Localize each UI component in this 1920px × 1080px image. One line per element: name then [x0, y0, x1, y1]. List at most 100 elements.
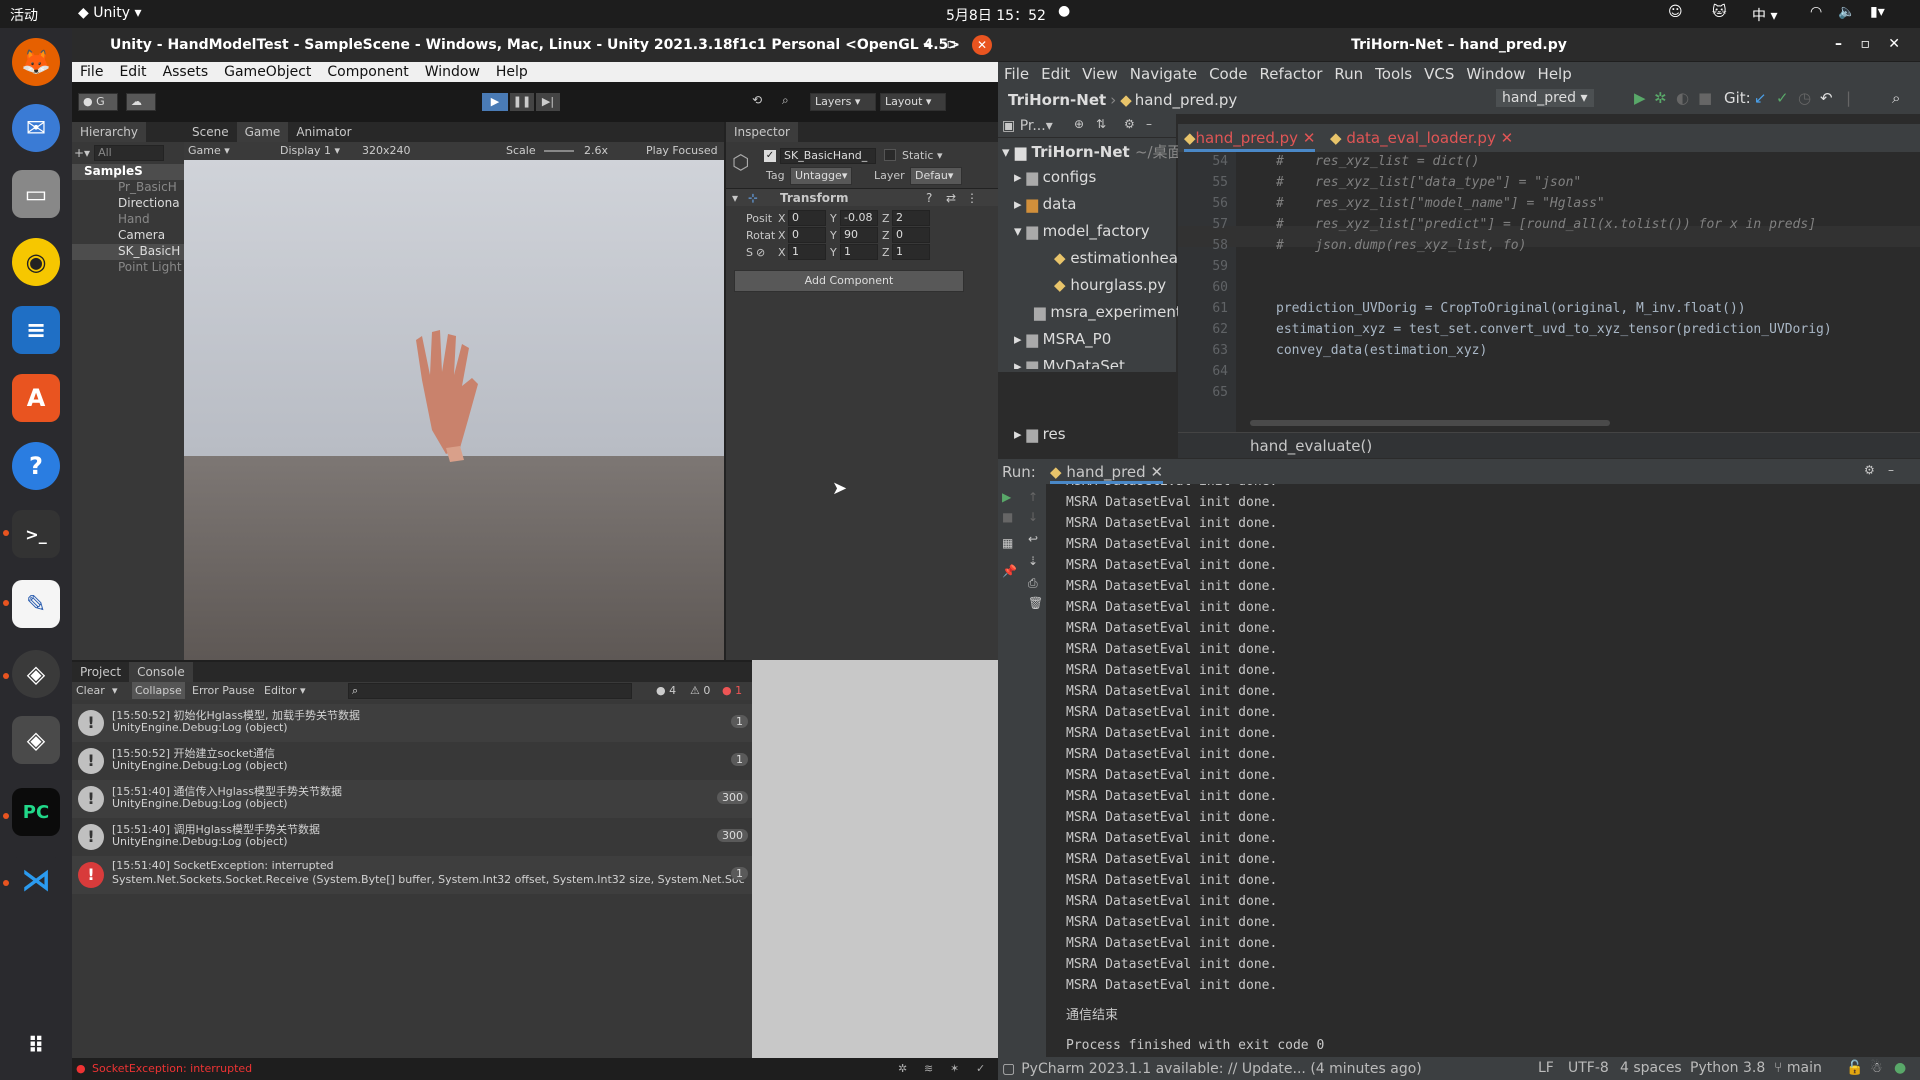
- menu-help[interactable]: Help: [1532, 65, 1578, 83]
- hierarchy-item[interactable]: Directiona: [72, 196, 184, 212]
- menu-component[interactable]: Component: [319, 64, 416, 80]
- close-icon[interactable]: ✕: [972, 35, 992, 55]
- tree-folder-res[interactable]: ▸ ▆ res: [1014, 425, 1066, 443]
- notifications-icon[interactable]: ●: [1894, 1060, 1906, 1076]
- breadcrumb-project[interactable]: TriHorn-Net: [1008, 91, 1106, 109]
- clear-dropdown-icon[interactable]: ▾: [112, 684, 118, 697]
- help-icon[interactable]: ?: [12, 442, 60, 490]
- python-interpreter[interactable]: Python 3.8: [1690, 1060, 1765, 1076]
- horizontal-scrollbar[interactable]: [1250, 420, 1610, 426]
- up-icon[interactable]: ↑: [1028, 490, 1038, 504]
- status-error-text[interactable]: SocketException: interrupted: [92, 1062, 252, 1075]
- scroll-end-icon[interactable]: ⇣: [1028, 554, 1038, 568]
- hierarchy-item[interactable]: Hand: [72, 212, 184, 228]
- tab-project[interactable]: Project: [72, 662, 129, 682]
- scale-x[interactable]: 1: [788, 244, 826, 260]
- clock[interactable]: 5月8日 15：52: [946, 5, 1046, 25]
- settings-icon[interactable]: ⚙: [1124, 117, 1135, 131]
- maximize-icon[interactable]: ▫: [947, 36, 957, 52]
- vscode-icon[interactable]: ⋊: [12, 856, 60, 904]
- breadcrumb-file[interactable]: hand_pred.py: [1135, 91, 1238, 109]
- hierarchy-search-input[interactable]: All: [94, 145, 165, 161]
- help-icon[interactable]: ?: [926, 191, 932, 205]
- console-entry[interactable]: ! [15:51:40] SocketException: interrupte…: [72, 856, 752, 894]
- menu-code[interactable]: Code: [1203, 65, 1253, 83]
- line-separator[interactable]: LF: [1538, 1060, 1554, 1076]
- layers-dropdown[interactable]: Layers ▾: [810, 93, 876, 111]
- text-editor-icon[interactable]: ✎: [12, 580, 60, 628]
- soft-wrap-icon[interactable]: ↩: [1028, 532, 1038, 546]
- coverage-icon[interactable]: ◐: [1676, 89, 1689, 107]
- menu-edit[interactable]: Edit: [1035, 65, 1076, 83]
- menu-view[interactable]: View: [1076, 65, 1124, 83]
- collapse-all-icon[interactable]: ⇅: [1096, 117, 1106, 131]
- tree-folder-data[interactable]: ▸ ▆ data: [1014, 195, 1076, 213]
- encoding[interactable]: UTF-8: [1568, 1060, 1609, 1076]
- print-icon[interactable]: ⎙: [1028, 576, 1038, 591]
- static-dropdown[interactable]: Static ▾: [902, 149, 942, 162]
- code-editor[interactable]: 54 # res_xyz_list = dict() 55 # res_xyz_lis…: [1178, 152, 1920, 432]
- inspection-icon[interactable]: ☃: [1870, 1060, 1883, 1076]
- menu-help[interactable]: Help: [488, 64, 536, 80]
- menu-tools[interactable]: Tools: [1369, 65, 1418, 83]
- git-history-icon[interactable]: ◷: [1798, 89, 1811, 107]
- tab-hierarchy[interactable]: Hierarchy: [72, 122, 147, 142]
- unity-hub-icon[interactable]: ◈: [12, 650, 60, 698]
- menu-window[interactable]: Window: [417, 64, 488, 80]
- firefox-icon[interactable]: 🦊: [12, 38, 60, 86]
- more-icon[interactable]: ⋮: [966, 191, 978, 205]
- locate-icon[interactable]: ⊕: [1074, 117, 1084, 131]
- menu-file[interactable]: File: [998, 65, 1035, 83]
- wifi-icon[interactable]: ◠: [1810, 4, 1822, 20]
- menu-edit[interactable]: Edit: [111, 64, 154, 80]
- resolution-dropdown[interactable]: 320x240: [362, 144, 411, 157]
- input-method-indicator[interactable]: 中 ▾: [1752, 5, 1777, 25]
- breadcrumb-function[interactable]: hand_evaluate(): [1250, 437, 1372, 455]
- scale-slider[interactable]: [544, 150, 574, 152]
- transform-header[interactable]: ▾ ⊹ Transform ? ⇄ ⋮: [726, 188, 998, 206]
- hierarchy-item[interactable]: Camera: [72, 228, 184, 244]
- active-checkbox[interactable]: ✓: [764, 150, 776, 162]
- menu-gameobject[interactable]: GameObject: [216, 64, 319, 80]
- console-entry[interactable]: ! [15:50:52] 初始化Hglass模型, 加载手势关节数据 Unity…: [72, 704, 752, 742]
- tree-folder-model-factory[interactable]: ▾ ▆ model_factory: [1014, 222, 1150, 240]
- position-z[interactable]: 2: [892, 210, 930, 226]
- rhythmbox-icon[interactable]: ◉: [12, 238, 60, 286]
- stop-icon[interactable]: ■: [1002, 510, 1013, 524]
- editor-dropdown[interactable]: Editor ▾: [264, 684, 306, 697]
- add-component-button[interactable]: Add Component: [734, 270, 964, 292]
- hierarchy-item[interactable]: SK_BasicH: [72, 244, 184, 260]
- tree-folder-configs[interactable]: ▸ ▆ configs: [1014, 168, 1096, 186]
- hide-icon[interactable]: –: [1146, 117, 1152, 131]
- status-message[interactable]: PyCharm 2023.1.1 available: // Update...…: [1021, 1061, 1422, 1077]
- menu-file[interactable]: File: [72, 64, 111, 80]
- thunderbird-icon[interactable]: ✉: [12, 104, 60, 152]
- search-icon[interactable]: ⌕: [1892, 89, 1900, 107]
- tab-animator[interactable]: Animator: [288, 122, 359, 142]
- layout-dropdown[interactable]: Layout ▾: [880, 93, 946, 111]
- terminal-icon[interactable]: >_: [12, 510, 60, 558]
- unity-app-menu[interactable]: ◆ Unity ▾: [78, 5, 142, 21]
- status-icon[interactable]: ☺: [1668, 4, 1683, 20]
- play-focused-dropdown[interactable]: Play Focused: [646, 144, 718, 157]
- unity-editor-icon[interactable]: ◈: [12, 716, 60, 764]
- scale-y[interactable]: 1: [840, 244, 878, 260]
- close-icon[interactable]: ✕: [1888, 36, 1900, 52]
- constrain-scale-icon[interactable]: ⊘: [756, 246, 765, 259]
- git-rollback-icon[interactable]: ↶: [1820, 89, 1833, 107]
- game-mode-dropdown[interactable]: Game ▾: [188, 144, 230, 157]
- menu-run[interactable]: Run: [1328, 65, 1369, 83]
- search-icon[interactable]: ⌕: [782, 93, 789, 108]
- menu-assets[interactable]: Assets: [155, 64, 217, 80]
- tab-console[interactable]: Console: [129, 662, 193, 682]
- rotation-x[interactable]: 0: [788, 227, 826, 243]
- scale-z[interactable]: 1: [892, 244, 930, 260]
- tab-inspector[interactable]: Inspector: [726, 122, 798, 142]
- menu-window[interactable]: Window: [1460, 65, 1531, 83]
- tab-scene[interactable]: Scene: [184, 122, 237, 142]
- console-search-input[interactable]: ⌕: [348, 683, 632, 699]
- volume-icon[interactable]: 🔈: [1838, 4, 1855, 20]
- bug-icon[interactable]: ✲: [898, 1062, 907, 1075]
- hierarchy-item[interactable]: Point Light: [72, 260, 184, 276]
- transform-expand-icon[interactable]: ▾: [732, 191, 738, 205]
